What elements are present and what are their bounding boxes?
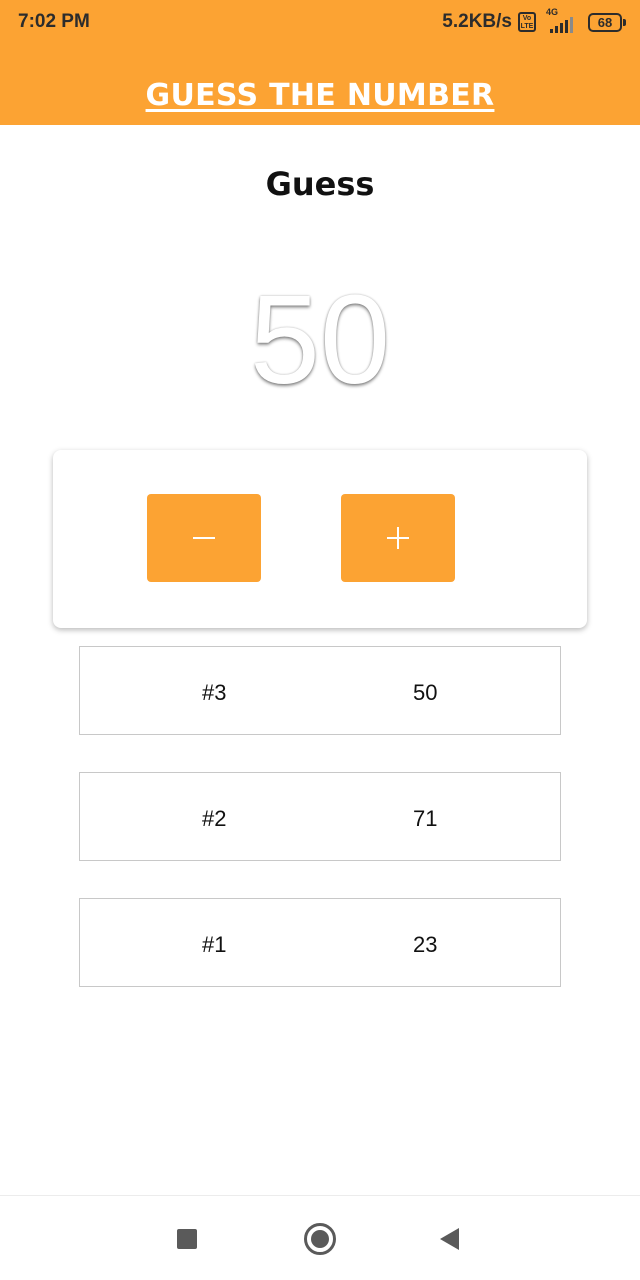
volte-bottom-label: LTE [520, 23, 534, 30]
signal-icon: 4G [542, 7, 578, 35]
increment-button[interactable] [341, 494, 455, 582]
signal-bar [550, 29, 553, 33]
history-index: #1 [202, 932, 227, 957]
battery-icon: 68 [588, 12, 626, 32]
status-indicators: 5.2KB/s Vo LTE 4G 68 [442, 7, 626, 36]
current-guess-value: 50 [249, 269, 391, 410]
history-index: #3 [202, 680, 227, 705]
recents-square-icon[interactable] [177, 1229, 197, 1249]
system-navigation-bar [0, 1195, 640, 1280]
app-title: GUESS THE NUMBER [145, 78, 495, 113]
back-triangle-icon[interactable] [440, 1228, 459, 1250]
history-value: 50 [413, 680, 438, 705]
signal-bar [555, 26, 558, 33]
home-circle-icon[interactable] [304, 1223, 336, 1255]
history-value: 71 [413, 806, 438, 831]
status-bar: 7:02 PM 5.2KB/s Vo LTE 4G 68 [0, 0, 640, 44]
history-index: #2 [202, 806, 227, 831]
app-header: 7:02 PM 5.2KB/s Vo LTE 4G 68 GUESS THE N [0, 0, 640, 125]
guess-label: Guess [265, 165, 375, 203]
app-screen: 7:02 PM 5.2KB/s Vo LTE 4G 68 GUESS THE N [0, 0, 640, 1280]
network-speed: 5.2KB/s [442, 11, 512, 32]
signal-bar [570, 17, 573, 33]
history-value: 23 [413, 932, 438, 957]
decrement-button[interactable] [147, 494, 261, 582]
controls-card [53, 450, 587, 628]
history-row: #1 23 [79, 898, 561, 987]
signal-bar [565, 20, 568, 33]
status-time: 7:02 PM [18, 11, 90, 32]
volte-top-label: Vo [522, 15, 532, 22]
history-row: #3 50 [79, 646, 561, 735]
network-type-label: 4G [546, 7, 559, 17]
plus-icon [387, 527, 409, 549]
minus-icon [193, 527, 215, 549]
volte-icon: Vo LTE [518, 12, 536, 32]
signal-bar [560, 23, 563, 33]
history-row: #2 71 [79, 772, 561, 861]
